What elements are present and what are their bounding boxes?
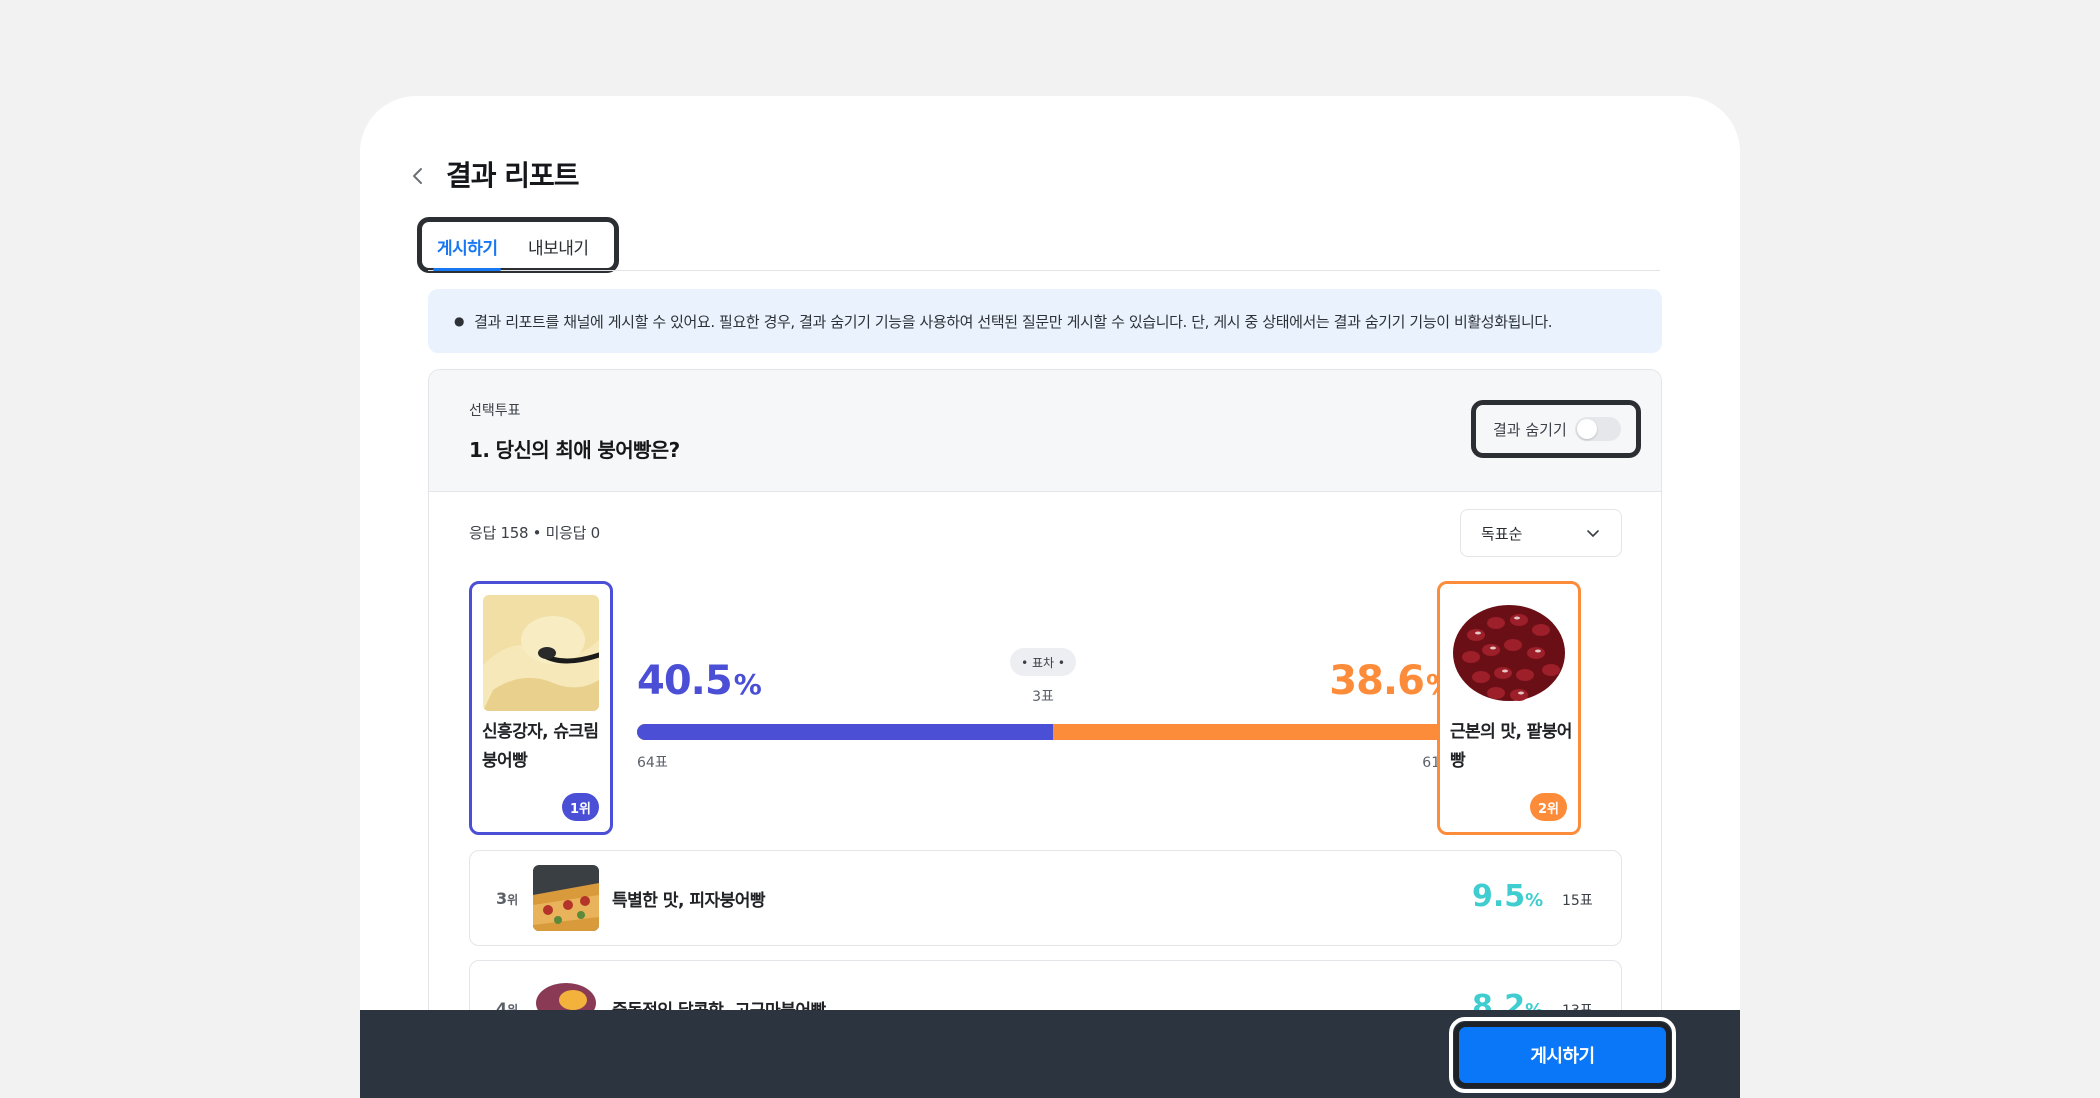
tab-publish[interactable]: 게시하기 — [437, 234, 498, 259]
option-card-first[interactable]: 신흥강자, 슈크림붕어빵 1위 — [469, 581, 613, 835]
question-type: 선택투표 — [469, 403, 521, 419]
sort-dropdown[interactable]: 독표순 — [1460, 509, 1622, 557]
publish-button[interactable]: 게시하기 — [1459, 1027, 1666, 1083]
vote-difference-badge: • 표차 • — [1010, 648, 1076, 676]
comparison-bar — [637, 724, 1449, 740]
second-percentage: 38.6% — [1329, 658, 1454, 704]
pizza-image — [533, 865, 599, 931]
option-name: 근본의 맛, 팥붕어빵 — [1450, 722, 1572, 771]
hide-results-label: 결과 숨기기 — [1493, 421, 1567, 439]
response-count: 응답 158 • 미응답 0 — [469, 524, 600, 542]
row-rank: 3위 — [496, 889, 519, 908]
question-panel: 선택투표 1. 당신의 최애 붕어빵은? 결과 숨기기 응답 158 • 미응답… — [428, 369, 1662, 1098]
option-card-second[interactable]: 근본의 맛, 팥붕어빵 2위 — [1437, 581, 1581, 835]
chevron-down-icon — [1587, 530, 1599, 537]
chevron-left-icon[interactable] — [406, 164, 430, 188]
red-bean-image — [1451, 595, 1567, 711]
row-votes: 15표 — [1562, 893, 1593, 909]
hide-results-toggle[interactable] — [1575, 417, 1621, 441]
active-tab-indicator — [433, 268, 501, 271]
comparison-bar-first — [637, 724, 1053, 740]
question-header: 선택투표 1. 당신의 최애 붕어빵은? 결과 숨기기 — [429, 370, 1661, 492]
bullet-icon: ● — [454, 314, 465, 328]
info-text: 결과 리포트를 채널에 게시할 수 있어요. 필요한 경우, 결과 숨기기 기능… — [474, 312, 1553, 331]
question-title: 1. 당신의 최애 붕어빵은? — [469, 438, 680, 462]
vote-difference: 3표 — [1032, 689, 1054, 705]
list-item[interactable]: 3위 특별한 맛, 피자붕어빵 9.5% 15표 — [469, 850, 1622, 946]
rank-badge: 2위 — [1529, 793, 1567, 821]
page-title: 결과 리포트 — [446, 159, 580, 192]
custard-image — [483, 595, 599, 711]
rank-badge: 1위 — [561, 793, 599, 821]
report-panel: 결과 리포트 게시하기 내보내기 ● 결과 리포트를 채널에 게시할 수 있어요… — [360, 96, 1740, 1098]
option-name: 신흥강자, 슈크림붕어빵 — [482, 722, 599, 771]
toggle-knob — [1577, 419, 1597, 439]
first-votes: 64표 — [637, 755, 668, 771]
info-banner: ● 결과 리포트를 채널에 게시할 수 있어요. 필요한 경우, 결과 숨기기 … — [428, 289, 1662, 353]
row-name: 특별한 맛, 피자붕어빵 — [612, 891, 766, 911]
tab-divider — [428, 270, 1660, 271]
tab-export[interactable]: 내보내기 — [528, 234, 589, 259]
first-percentage: 40.5% — [637, 658, 762, 704]
row-percentage: 9.5% — [1472, 879, 1544, 914]
sort-label: 독표순 — [1481, 524, 1523, 543]
